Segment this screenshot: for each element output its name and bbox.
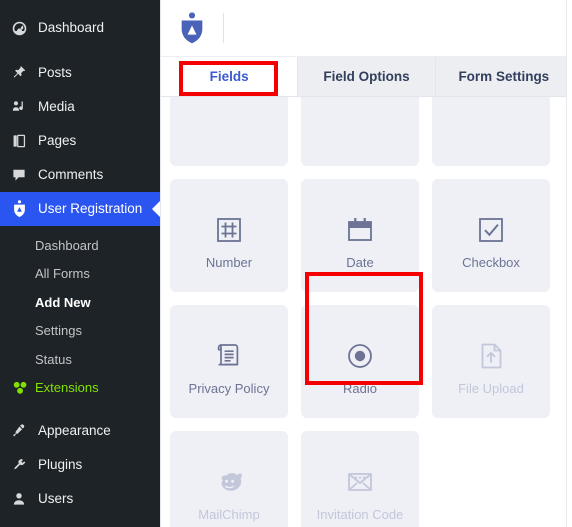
sidebar-subitem-extensions[interactable]: Extensions bbox=[0, 374, 160, 403]
tab-label: Field Options bbox=[323, 69, 410, 84]
field-card-partial[interactable] bbox=[432, 97, 550, 166]
tab-label: Form Settings bbox=[458, 69, 550, 84]
sidebar-item-dashboard[interactable]: Dashboard bbox=[0, 11, 160, 45]
header-divider bbox=[223, 13, 224, 43]
sidebar-subitem-settings[interactable]: Settings bbox=[0, 317, 160, 346]
sidebar-subitem-all-forms[interactable]: All Forms bbox=[0, 260, 160, 289]
field-card-label: Checkbox bbox=[462, 254, 520, 270]
sidebar-item-users[interactable]: Users bbox=[0, 482, 160, 516]
sidebar-group-spacer-1 bbox=[0, 45, 160, 56]
user-registration-icon bbox=[9, 199, 29, 219]
tab-label: Fields bbox=[209, 69, 249, 84]
admin-screen: Dashboard Posts Media Pages Comments Use… bbox=[0, 0, 572, 527]
radio-icon bbox=[344, 328, 376, 372]
blank-icon bbox=[11, 294, 29, 310]
sidebar-subitem-dashboard[interactable]: Dashboard bbox=[0, 231, 160, 260]
tab-fields[interactable]: Fields bbox=[161, 57, 299, 96]
sidebar-subitem-label: Add New bbox=[35, 294, 91, 310]
sidebar-item-posts[interactable]: Posts bbox=[0, 56, 160, 90]
sidebar-subitem-label: Settings bbox=[35, 323, 82, 339]
field-card-invitation-code[interactable]: Invitation Code bbox=[301, 431, 419, 527]
sidebar-subitem-label: Status bbox=[35, 351, 72, 367]
field-card-label: Number bbox=[205, 254, 253, 270]
sidebar-subitem-label: Dashboard bbox=[35, 237, 99, 253]
sidebar-item-label: Comments bbox=[38, 167, 104, 183]
dashboard-icon bbox=[9, 18, 29, 38]
field-card-mailchimp[interactable]: MailChimp bbox=[170, 431, 288, 527]
admin-sidebar: Dashboard Posts Media Pages Comments Use… bbox=[0, 0, 160, 527]
sidebar-item-label: User Registration bbox=[38, 201, 143, 217]
field-card-number[interactable]: Number bbox=[170, 179, 288, 292]
mailchimp-icon bbox=[213, 454, 245, 498]
sidebar-item-pages[interactable]: Pages bbox=[0, 124, 160, 158]
sidebar-item-media[interactable]: Media bbox=[0, 90, 160, 124]
sidebar-subitem-add-new[interactable]: Add New bbox=[0, 288, 160, 317]
form-builder-panel: Fields Field Options Form Settings Numbe… bbox=[160, 0, 572, 527]
tab-field-options[interactable]: Field Options bbox=[298, 57, 436, 96]
user-registration-logo bbox=[175, 11, 209, 45]
sidebar-subitem-label: Extensions bbox=[35, 380, 99, 396]
sidebar-subitem-status[interactable]: Status bbox=[0, 345, 160, 374]
sidebar-divider bbox=[0, 402, 160, 414]
sidebar-item-label: Pages bbox=[38, 133, 77, 149]
field-card-label: Invitation Code bbox=[316, 506, 404, 522]
field-card-privacy-policy[interactable]: Privacy Policy bbox=[170, 305, 288, 418]
calendar-icon bbox=[344, 202, 376, 246]
field-card-partial[interactable] bbox=[301, 97, 419, 166]
builder-tabs: Fields Field Options Form Settings bbox=[161, 57, 572, 97]
pin-icon bbox=[9, 63, 29, 83]
extensions-icon bbox=[11, 380, 29, 396]
field-card-date[interactable]: Date bbox=[301, 179, 419, 292]
sidebar-item-label: Appearance bbox=[38, 423, 111, 439]
checkbox-icon bbox=[475, 202, 507, 246]
sidebar-item-comments[interactable]: Comments bbox=[0, 158, 160, 192]
sidebar-subitem-label: All Forms bbox=[35, 266, 90, 282]
sidebar-item-label: Users bbox=[38, 491, 74, 507]
field-card-partial[interactable] bbox=[170, 97, 288, 166]
fields-scroll-area[interactable]: Number Date Checkbox Privacy Policy Radi… bbox=[161, 97, 572, 527]
sidebar-item-label: Dashboard bbox=[38, 20, 105, 36]
plug-icon bbox=[9, 455, 29, 475]
field-cards-grid: Number Date Checkbox Privacy Policy Radi… bbox=[161, 97, 572, 527]
builder-header bbox=[161, 0, 572, 57]
field-card-label: Radio bbox=[343, 380, 377, 396]
field-card-label: Date bbox=[346, 254, 374, 270]
tab-form-settings[interactable]: Form Settings bbox=[435, 57, 572, 96]
scroll-document-icon bbox=[213, 328, 245, 372]
field-card-file-upload[interactable]: File Upload bbox=[432, 305, 550, 418]
sidebar-item-label: Media bbox=[38, 99, 75, 115]
field-card-radio[interactable]: Radio bbox=[301, 305, 419, 418]
field-card-label: File Upload bbox=[458, 380, 524, 396]
sidebar-top-spacer bbox=[0, 0, 160, 11]
sidebar-item-appearance[interactable]: Appearance bbox=[0, 414, 160, 448]
field-card-checkbox[interactable]: Checkbox bbox=[432, 179, 550, 292]
vertical-scrollbar[interactable] bbox=[566, 0, 572, 527]
brush-icon bbox=[9, 421, 29, 441]
comments-icon bbox=[9, 165, 29, 185]
sidebar-item-user-registration[interactable]: User Registration bbox=[0, 192, 160, 226]
media-icon bbox=[9, 97, 29, 117]
field-card-label: Privacy Policy bbox=[188, 380, 270, 396]
number-icon bbox=[213, 202, 245, 246]
blank-icon bbox=[11, 237, 29, 253]
user-icon bbox=[9, 489, 29, 509]
pages-icon bbox=[9, 131, 29, 151]
blank-icon bbox=[11, 266, 29, 282]
envelope-icon bbox=[344, 454, 376, 498]
blank-icon bbox=[11, 351, 29, 367]
sidebar-item-plugins[interactable]: Plugins bbox=[0, 448, 160, 482]
sidebar-item-label: Posts bbox=[38, 65, 72, 81]
sidebar-item-label: Plugins bbox=[38, 457, 83, 473]
blank-icon bbox=[11, 323, 29, 339]
field-card-label: MailChimp bbox=[198, 506, 260, 522]
file-upload-icon bbox=[475, 328, 507, 372]
